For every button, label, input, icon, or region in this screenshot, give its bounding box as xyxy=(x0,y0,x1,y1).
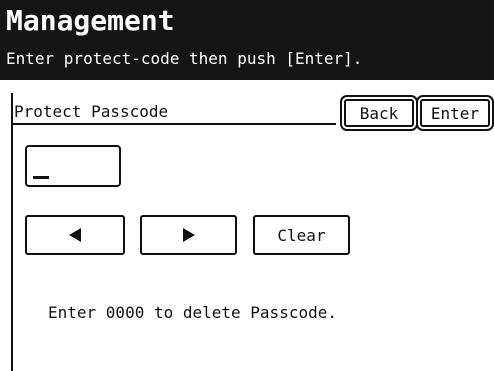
passcode-input[interactable] xyxy=(25,145,121,187)
label-underline xyxy=(12,123,336,125)
delete-passcode-note: Enter 0000 to delete Passcode. xyxy=(48,303,337,322)
back-button[interactable]: Back xyxy=(344,99,414,127)
cursor-left-button[interactable] xyxy=(25,215,125,255)
clear-button[interactable]: Clear xyxy=(253,215,350,255)
panel-left-border xyxy=(11,93,13,371)
cursor-right-button[interactable] xyxy=(140,215,237,255)
screen-title: Management xyxy=(6,4,175,37)
panel-label: Protect Passcode xyxy=(14,102,169,121)
instruction-text: Enter protect-code then push [Enter]. xyxy=(6,49,363,68)
arrow-left-icon xyxy=(69,228,81,242)
title-bar: Management Enter protect-code then push … xyxy=(0,0,494,80)
enter-button[interactable]: Enter xyxy=(420,99,490,127)
text-cursor xyxy=(33,176,49,179)
arrow-right-icon xyxy=(182,228,195,242)
